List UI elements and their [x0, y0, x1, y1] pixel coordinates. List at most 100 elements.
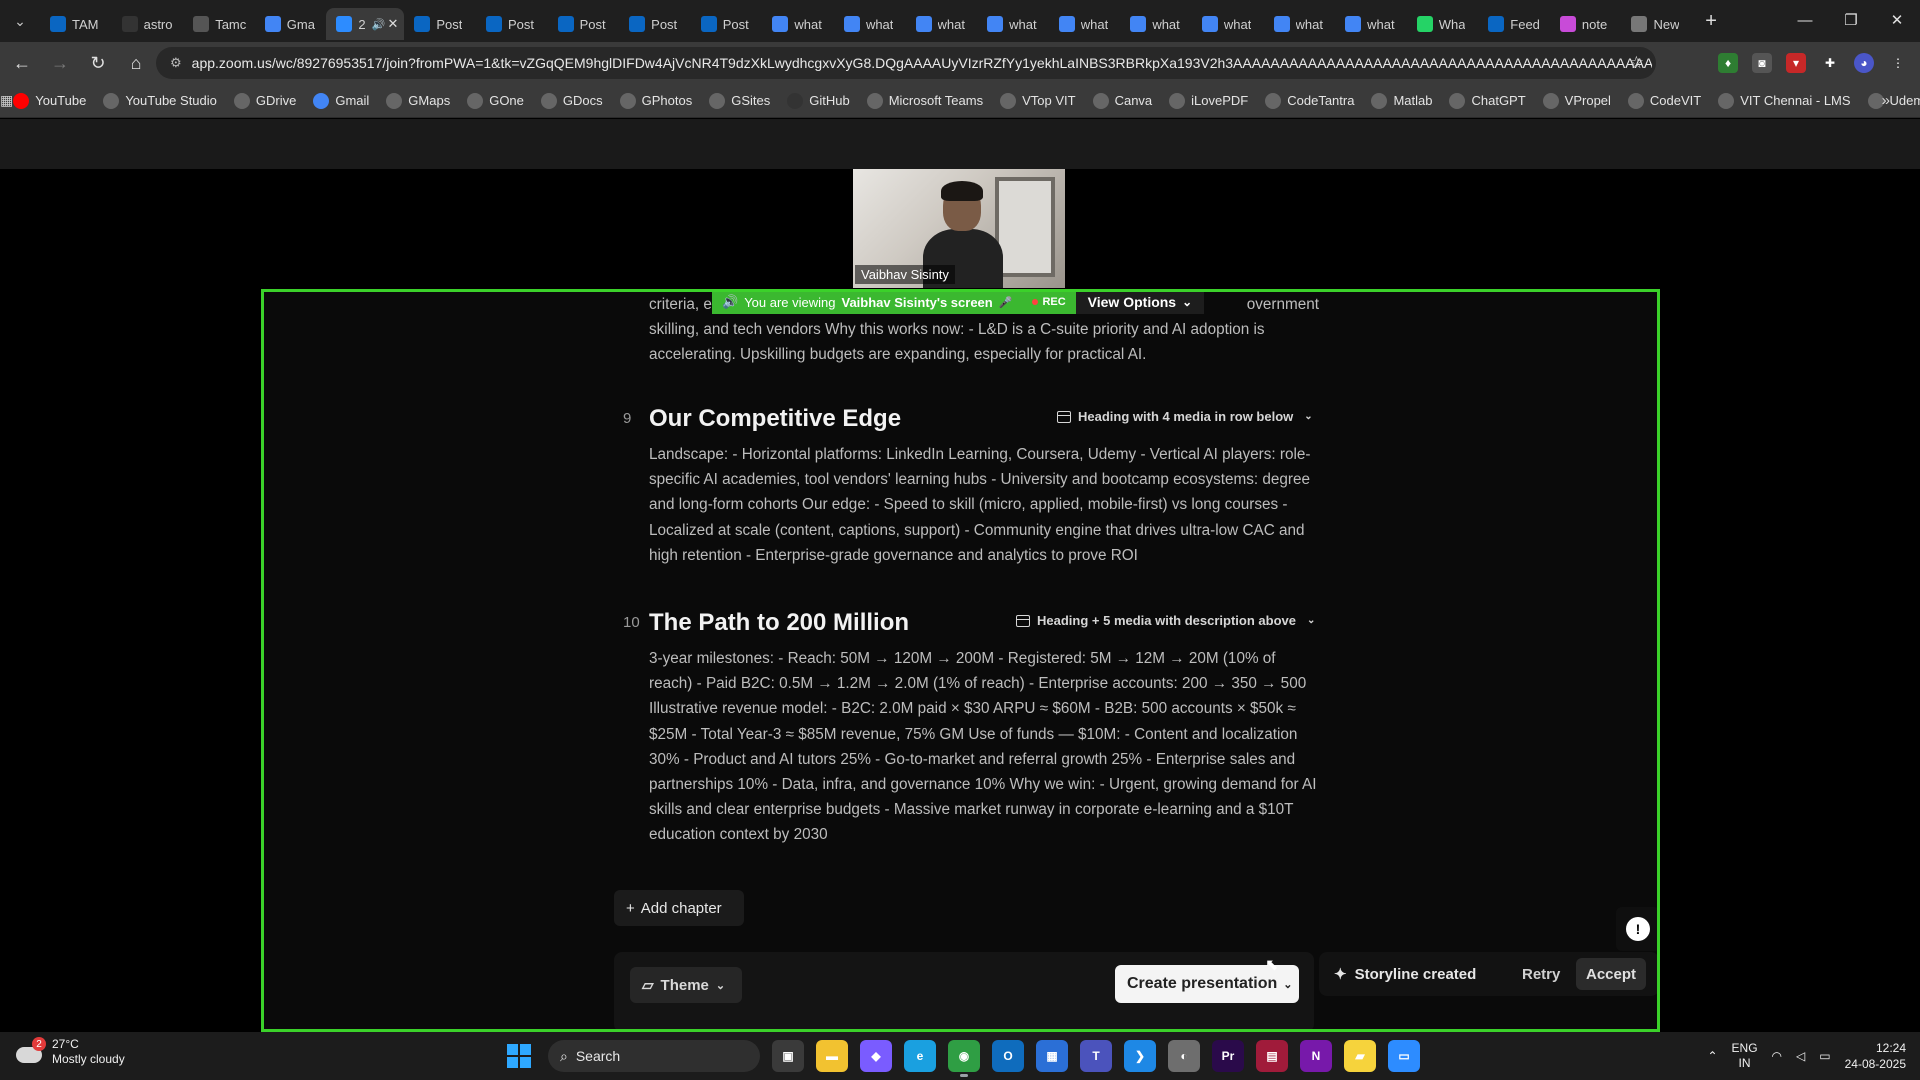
bookmark-item[interactable]: GMaps [386, 92, 450, 109]
browser-tab[interactable]: Post [404, 8, 476, 40]
browser-tab[interactable]: Post [548, 8, 620, 40]
calculator-icon[interactable]: ▤ [1256, 1040, 1288, 1072]
shared-screen[interactable]: criteria, e overnment skilling, and tech… [261, 289, 1660, 1032]
chapter-title[interactable]: The Path to 200 Million [649, 609, 909, 637]
bookmark-item[interactable]: CodeTantra [1265, 92, 1354, 109]
zoom-app-icon[interactable]: ▭ [1388, 1040, 1420, 1072]
bookmark-item[interactable]: VTop VIT [1000, 92, 1076, 109]
browser-tab[interactable]: Post [476, 8, 548, 40]
bookmark-item[interactable]: VPropel [1542, 92, 1611, 109]
browser-tab[interactable]: what [1049, 8, 1121, 40]
forward-icon[interactable]: → [44, 47, 76, 79]
bookmark-item[interactable]: GOne [467, 92, 524, 109]
tray-overflow-icon[interactable]: ⌃ [1707, 1049, 1717, 1063]
theme-dropdown[interactable]: ▱ Theme ⌄ [630, 967, 742, 1003]
bookmark-item[interactable]: GDrive [233, 92, 296, 109]
browser-tab[interactable]: TAM [40, 8, 112, 40]
bookmark-item[interactable]: GitHub [787, 92, 850, 109]
browser-tab[interactable]: what [906, 8, 978, 40]
start-button[interactable] [502, 1039, 536, 1073]
github-desktop-icon[interactable]: ◐ [1168, 1040, 1200, 1072]
file-explorer-icon[interactable]: ▬ [816, 1040, 848, 1072]
weather-widget[interactable]: 2 27°C Mostly cloudy [14, 1037, 125, 1067]
wifi-icon[interactable]: ◠ [1772, 1049, 1782, 1063]
bookmark-star-icon[interactable]: ☆ [1629, 53, 1644, 73]
bookmark-item[interactable]: Microsoft Teams [866, 92, 983, 109]
extensions-puzzle-icon[interactable]: ✚ [1820, 53, 1840, 73]
taskbar-search[interactable]: ⌕ Search [548, 1040, 760, 1072]
language-indicator[interactable]: ENG IN [1732, 1041, 1758, 1071]
task-view-icon[interactable]: ▣ [772, 1040, 804, 1072]
browser-tab[interactable]: what [1335, 8, 1407, 40]
new-tab-button[interactable]: + [1693, 0, 1729, 42]
profile-avatar[interactable]: ◕ [1854, 53, 1874, 73]
retry-button[interactable]: Retry [1514, 960, 1568, 988]
browser-tab[interactable]: Gma [255, 8, 327, 40]
browser-tab[interactable]: Feed [1478, 8, 1550, 40]
copilot-icon[interactable]: ◆ [860, 1040, 892, 1072]
bookmark-item[interactable]: Udemy [1867, 92, 1920, 109]
outlook-icon[interactable]: O [992, 1040, 1024, 1072]
battery-icon[interactable]: ▭ [1819, 1049, 1830, 1063]
browser-tab[interactable]: New [1621, 8, 1693, 40]
browser-tab[interactable]: Post [691, 8, 763, 40]
premiere-icon[interactable]: Pr [1212, 1040, 1244, 1072]
browser-tab[interactable]: what [977, 8, 1049, 40]
participant-video[interactable]: Vaibhav Sisinty [853, 169, 1065, 288]
store-icon[interactable]: ▦ [1036, 1040, 1068, 1072]
restore-icon[interactable]: ❐ [1828, 0, 1874, 40]
teams-icon[interactable]: T [1080, 1040, 1112, 1072]
chapter-title[interactable]: Our Competitive Edge [649, 405, 901, 433]
home-icon[interactable]: ⌂ [120, 47, 152, 79]
browser-tab[interactable]: 2 🔊 ✕ [326, 8, 405, 40]
minimize-icon[interactable]: — [1782, 0, 1828, 40]
bookmark-item[interactable]: Canva [1092, 92, 1152, 109]
accept-button[interactable]: Accept [1576, 958, 1647, 990]
bookmark-item[interactable]: YouTube Studio [103, 92, 217, 109]
reload-icon[interactable]: ↻ [82, 47, 114, 79]
sticky-notes-icon[interactable]: ▰ [1344, 1040, 1376, 1072]
bookmark-item[interactable]: iLovePDF [1169, 92, 1248, 109]
edge-icon[interactable]: e [904, 1040, 936, 1072]
bookmark-item[interactable]: VIT Chennai - LMS [1718, 92, 1851, 109]
browser-tab[interactable]: astro [112, 8, 184, 40]
camera-extension-icon[interactable]: ◙ [1752, 53, 1772, 73]
bookmark-item[interactable]: Gmail [313, 92, 369, 109]
browser-tab[interactable]: Post [619, 8, 691, 40]
bookmark-item[interactable]: Matlab [1371, 92, 1432, 109]
clock[interactable]: 12:24 24-08-2025 [1845, 1040, 1906, 1072]
bookmark-item[interactable]: GDocs [540, 92, 603, 109]
chapter-layout-dropdown[interactable]: Heading + 5 media with description above… [1016, 613, 1315, 628]
bookmark-item[interactable]: GPhotos [619, 92, 692, 109]
more-bookmarks-icon[interactable]: » [1882, 92, 1890, 109]
address-bar[interactable]: ⚙ app.zoom.us/wc/89276953517/join?fromPW… [156, 47, 1656, 79]
browser-tab[interactable]: note [1550, 8, 1622, 40]
vscode-icon[interactable]: ❯ [1124, 1040, 1156, 1072]
site-info-icon[interactable]: ⚙ [170, 55, 182, 71]
chapter-body[interactable]: Landscape: - Horizontal platforms: Linke… [649, 442, 1319, 568]
close-window-icon[interactable]: ✕ [1874, 0, 1920, 40]
browser-tab[interactable]: Tamc [183, 8, 255, 40]
browser-tab[interactable]: what [1120, 8, 1192, 40]
chrome-icon[interactable]: ◉ [948, 1040, 980, 1077]
pocket-extension-icon[interactable]: ▾ [1786, 53, 1806, 73]
browser-tab[interactable]: what [762, 8, 834, 40]
browser-tab[interactable]: what [1264, 8, 1336, 40]
browser-menu-icon[interactable]: ⋮ [1888, 53, 1908, 73]
bookmark-item[interactable]: ChatGPT [1449, 92, 1526, 109]
browser-tab[interactable]: Wha [1407, 8, 1479, 40]
tab-audio-icon[interactable]: 🔊 [372, 18, 386, 31]
onenote-icon[interactable]: N [1300, 1040, 1332, 1072]
browser-tab[interactable]: what [834, 8, 906, 40]
tab-search-chevron-icon[interactable]: ⌄ [0, 0, 40, 42]
chapter-layout-dropdown[interactable]: Heading with 4 media in row below ⌄ [1057, 409, 1313, 424]
add-chapter-button[interactable]: + Add chapter [614, 890, 744, 926]
bookmark-item[interactable]: CodeVIT [1627, 92, 1701, 109]
help-button[interactable]: ! [1616, 907, 1657, 951]
chapter-body[interactable]: 3-year milestones: - Reach: 50M → 120M →… [649, 646, 1319, 848]
bookmark-item[interactable]: GSites [709, 92, 770, 109]
bookmark-item[interactable]: YouTube [13, 92, 86, 109]
browser-tab[interactable]: what [1192, 8, 1264, 40]
apps-grid-icon[interactable]: ▦ [0, 92, 13, 109]
close-tab-icon[interactable]: ✕ [387, 16, 398, 32]
